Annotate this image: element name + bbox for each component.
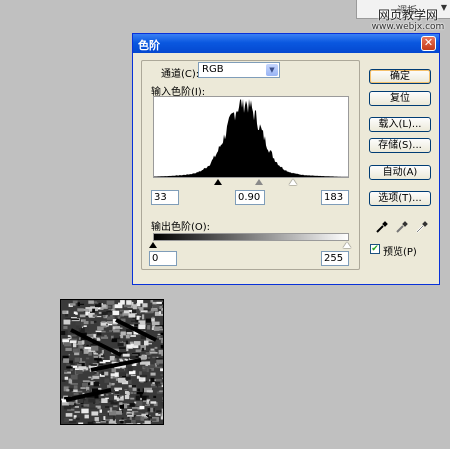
close-icon[interactable]: ✕ [421, 36, 436, 51]
reset-button[interactable]: 复位 [369, 91, 431, 106]
preview-checkbox[interactable]: ✔ [370, 244, 380, 254]
input-white-field[interactable]: 183 [321, 190, 349, 205]
channel-value: RGB [202, 64, 224, 75]
white-eyedropper-icon[interactable] [415, 221, 428, 234]
input-gamma-slider[interactable] [255, 179, 263, 185]
input-black-slider[interactable] [214, 179, 222, 185]
output-white-field[interactable]: 255 [321, 251, 349, 266]
save-button[interactable]: 存储(S)... [369, 138, 431, 153]
watermark-url: www.webjx.com [371, 22, 445, 32]
options-button[interactable]: 选项(T)... [369, 191, 431, 206]
input-black-field[interactable]: 33 [151, 190, 179, 205]
channel-select[interactable]: RGB ▼ [198, 62, 280, 78]
output-gradient-bar [153, 233, 349, 241]
texture-image [61, 300, 163, 424]
gray-eyedropper-icon[interactable] [395, 221, 408, 234]
histogram [153, 96, 349, 178]
dialog-titlebar[interactable]: 色阶 ✕ [133, 34, 439, 53]
ok-button[interactable]: 确定 [369, 69, 431, 84]
image-thumbnail [60, 299, 164, 425]
auto-button[interactable]: 自动(A) [369, 165, 431, 180]
chevron-down-icon[interactable]: ▼ [266, 64, 278, 76]
output-black-field[interactable]: 0 [149, 251, 177, 266]
output-levels-label: 输出色阶(O): [151, 222, 211, 233]
watermark-logo: 网页教学网 www.webjx.com [368, 8, 448, 33]
input-gamma-field[interactable]: 0.90 [235, 190, 265, 205]
black-eyedropper-icon[interactable] [375, 221, 388, 234]
load-button[interactable]: 载入(L)... [369, 117, 431, 132]
channel-label: 通道(C): [161, 69, 200, 80]
histogram-graph [154, 99, 348, 177]
watermark-text: 网页教学网 [377, 8, 438, 22]
input-white-slider[interactable] [289, 179, 297, 185]
output-black-slider[interactable] [149, 242, 157, 248]
levels-dialog: 色阶 ✕ 通道(C): RGB ▼ 输入色阶(I): 33 0.90 183 输… [132, 33, 440, 285]
preview-label[interactable]: 预览(P) [383, 243, 417, 258]
output-white-slider[interactable] [343, 242, 351, 248]
dialog-title: 色阶 [138, 39, 160, 52]
